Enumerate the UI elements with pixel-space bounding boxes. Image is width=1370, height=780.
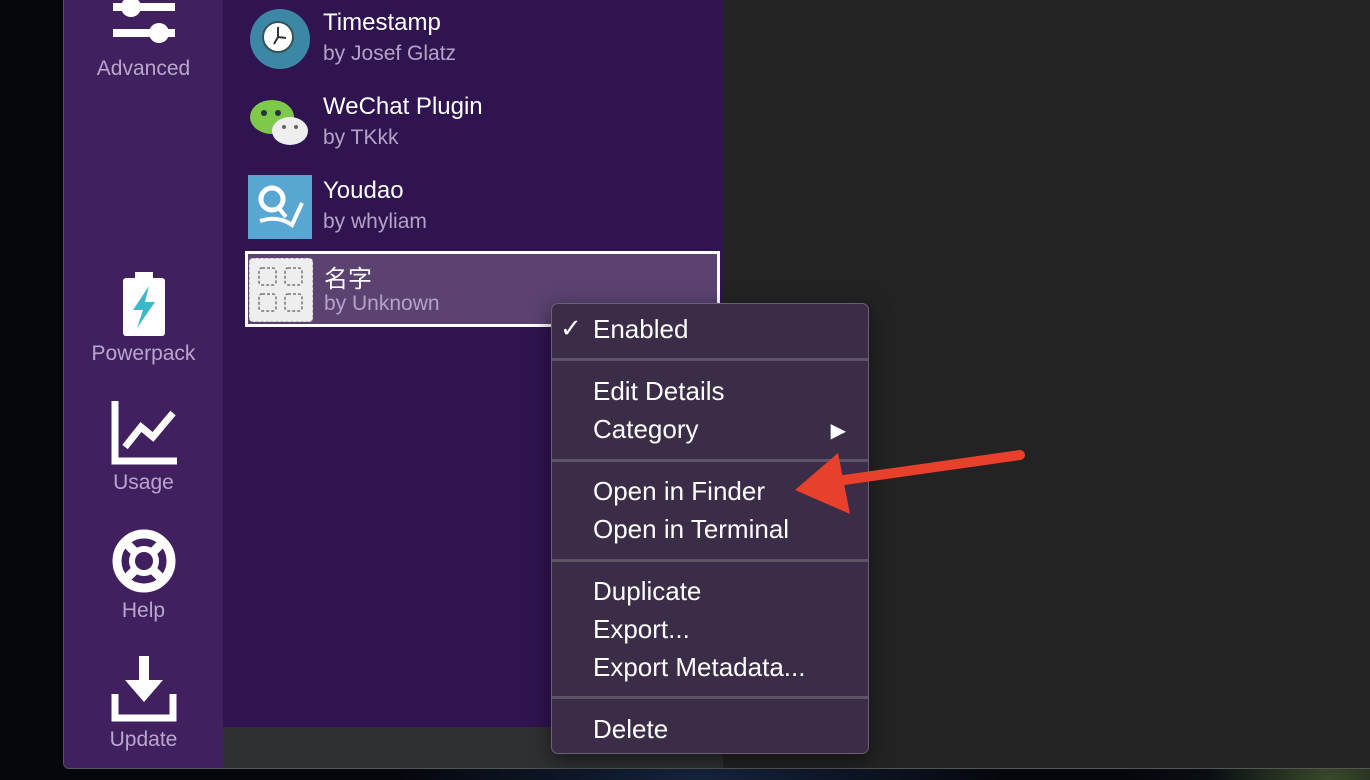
annotation-arrow	[795, 450, 1025, 514]
